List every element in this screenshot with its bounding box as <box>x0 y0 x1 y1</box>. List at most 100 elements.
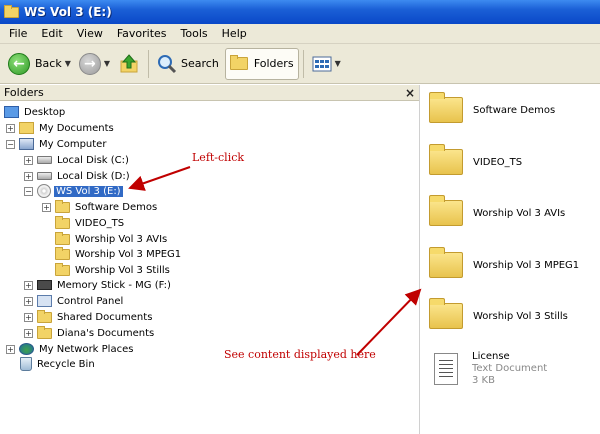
tree-item-worship-mpeg1[interactable]: Worship Vol 3 MPEG1 <box>55 246 183 262</box>
back-button[interactable]: ← Back ▼ <box>4 48 75 80</box>
tree-item-label: Desktop <box>24 106 66 118</box>
folder-icon <box>55 246 70 260</box>
computer-icon <box>19 138 34 150</box>
folder-icon <box>55 215 70 229</box>
tree-item-label: Worship Vol 3 MPEG1 <box>75 248 182 260</box>
tree-item-label: My Computer <box>39 138 107 150</box>
file-details: License Text Document 3 KB <box>472 351 547 387</box>
my-documents-icon <box>19 122 34 134</box>
file-name: License <box>472 351 510 362</box>
forward-button[interactable]: → ▼ <box>75 48 114 80</box>
tree-item-label: Recycle Bin <box>37 358 95 370</box>
tree-item-dianas-documents[interactable]: + Diana's Documents <box>24 325 156 341</box>
expand-icon[interactable]: + <box>24 280 33 290</box>
back-label: Back <box>35 57 62 70</box>
tree-item-label: My Network Places <box>39 343 134 355</box>
memory-stick-icon <box>37 280 52 290</box>
folder-icon <box>37 325 52 339</box>
back-dropdown-icon[interactable]: ▼ <box>65 59 71 68</box>
tree-item-my-computer[interactable]: − My Computer <box>6 136 108 152</box>
network-icon <box>19 343 34 355</box>
folders-button[interactable]: Folders <box>224 47 299 80</box>
folders-icon <box>229 55 248 70</box>
text-document-icon <box>434 353 458 385</box>
content-folder-item[interactable]: Worship Vol 3 MPEG1 <box>429 245 579 285</box>
folders-pane: Folders × Desktop + My Documents − My Co… <box>0 85 420 434</box>
content-pane: Software Demos VIDEO_TS Worship Vol 3 AV… <box>421 85 600 434</box>
tree-item-my-network-places[interactable]: + My Network Places <box>6 341 135 357</box>
collapse-icon[interactable]: − <box>6 139 15 149</box>
menu-tools[interactable]: Tools <box>174 27 215 40</box>
content-folder-label: Worship Vol 3 Stills <box>473 310 568 322</box>
up-folder-icon <box>120 53 138 72</box>
content-folder-item[interactable]: Software Demos <box>429 90 555 130</box>
annotation-see-content: See content displayed here <box>224 348 376 361</box>
up-folder-button[interactable] <box>114 48 144 80</box>
menu-help[interactable]: Help <box>215 27 254 40</box>
tree-item-local-disk-c[interactable]: + Local Disk (C:) <box>24 152 131 168</box>
forward-dropdown-icon[interactable]: ▼ <box>104 59 110 68</box>
close-pane-icon[interactable]: × <box>405 86 415 100</box>
views-dropdown-icon[interactable]: ▼ <box>335 59 341 68</box>
toolbar-separator <box>148 49 150 78</box>
desktop-icon <box>4 106 19 118</box>
menu-favorites[interactable]: Favorites <box>110 27 174 40</box>
tree-item-desktop[interactable]: Desktop <box>4 104 67 120</box>
menu-view[interactable]: View <box>70 27 110 40</box>
content-file-item[interactable]: License Text Document 3 KB <box>429 347 547 391</box>
expand-icon[interactable]: + <box>24 171 33 181</box>
toolbar-separator <box>302 49 304 78</box>
views-button[interactable]: ▼ <box>308 48 345 80</box>
content-folder-item[interactable]: VIDEO_TS <box>429 142 522 182</box>
tree-item-my-documents[interactable]: + My Documents <box>6 120 116 136</box>
expand-icon[interactable]: + <box>24 312 33 322</box>
tree-item-label: Shared Documents <box>57 311 153 323</box>
tree-item-recycle-bin[interactable]: Recycle Bin <box>20 356 97 372</box>
expand-icon[interactable]: + <box>42 202 51 212</box>
menu-edit[interactable]: Edit <box>34 27 69 40</box>
tree-item-label: Worship Vol 3 AVIs <box>75 233 168 245</box>
tree-item-label: Control Panel <box>57 295 124 307</box>
tree-item-control-panel[interactable]: + Control Panel <box>24 293 125 309</box>
tree-item-label: My Documents <box>39 122 114 134</box>
folder-icon <box>55 231 70 245</box>
folder-icon <box>55 262 70 276</box>
expand-icon[interactable]: + <box>6 344 15 354</box>
tree-item-worship-stills[interactable]: Worship Vol 3 Stills <box>55 262 172 278</box>
menu-bar: File Edit View Favorites Tools Help <box>0 24 600 44</box>
search-button[interactable]: Search <box>153 48 223 80</box>
collapse-icon[interactable]: − <box>24 186 33 196</box>
forward-arrow-icon: → <box>78 52 101 75</box>
folder-icon <box>429 195 463 226</box>
tree-item-software-demos[interactable]: + Software Demos <box>42 199 159 215</box>
drive-icon <box>37 172 52 180</box>
views-icon <box>312 56 332 71</box>
folders-label: Folders <box>253 57 294 70</box>
control-panel-icon <box>37 295 52 307</box>
expand-icon[interactable]: + <box>24 155 33 165</box>
tree-item-label: Diana's Documents <box>57 327 155 339</box>
folder-icon <box>37 309 52 323</box>
search-label: Search <box>181 57 219 70</box>
tree-item-local-disk-d[interactable]: + Local Disk (D:) <box>24 168 132 184</box>
content-folder-item[interactable]: Worship Vol 3 AVIs <box>429 193 565 233</box>
tree-item-shared-documents[interactable]: + Shared Documents <box>24 309 154 325</box>
folder-icon <box>429 298 463 329</box>
expand-icon[interactable]: + <box>24 296 33 306</box>
cd-drive-icon <box>37 184 51 198</box>
drive-icon <box>37 156 52 164</box>
folder-icon <box>429 247 463 278</box>
expand-icon[interactable]: + <box>6 123 15 133</box>
tree-item-video-ts[interactable]: VIDEO_TS <box>55 215 126 231</box>
tree-item-memory-stick[interactable]: + Memory Stick - MG (F:) <box>24 277 173 293</box>
tree-item-worship-avis[interactable]: Worship Vol 3 AVIs <box>55 231 169 247</box>
back-arrow-icon: ← <box>8 52 30 75</box>
tree-item-label: Local Disk (C:) <box>57 154 129 166</box>
tree-item-ws-vol-3[interactable]: − WS Vol 3 (E:) <box>24 183 123 199</box>
folders-pane-title: Folders <box>4 86 44 99</box>
content-folder-item[interactable]: Worship Vol 3 Stills <box>429 296 568 336</box>
menu-file[interactable]: File <box>2 27 34 40</box>
tree-item-label: WS Vol 3 (E:) <box>54 185 123 197</box>
expand-icon[interactable]: + <box>24 328 33 338</box>
tree-item-label: Local Disk (D:) <box>57 170 130 182</box>
